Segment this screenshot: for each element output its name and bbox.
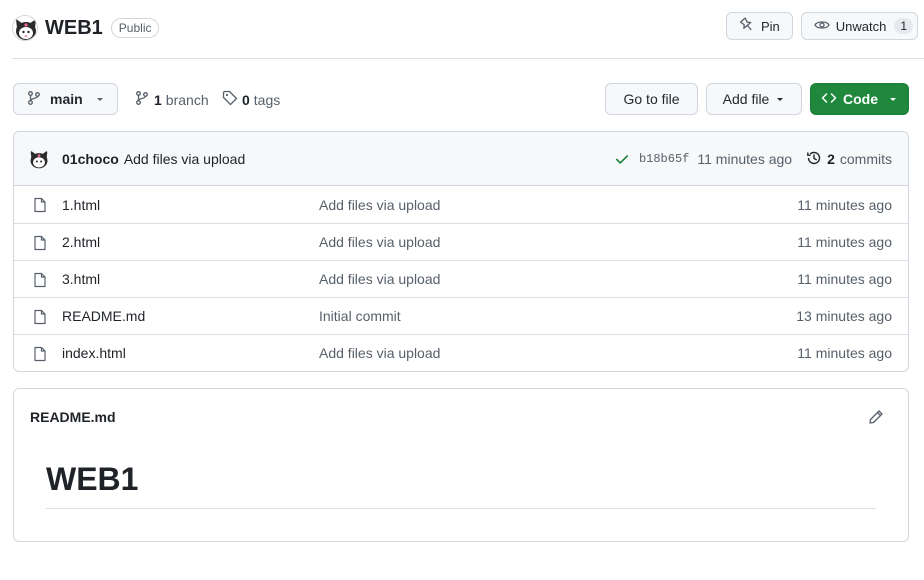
file-commit-message[interactable]: Add files via upload: [319, 234, 440, 250]
readme-heading: WEB1: [46, 461, 139, 497]
repo-header: WEB1 Public: [12, 14, 160, 42]
chevron-down-icon: [775, 91, 785, 107]
file-name[interactable]: index.html: [62, 345, 126, 361]
file-row[interactable]: 2.html Add files via upload 11 minutes a…: [14, 223, 908, 260]
file-row[interactable]: README.md Initial commit 13 minutes ago: [14, 297, 908, 334]
check-icon[interactable]: [615, 152, 629, 166]
file-row[interactable]: index.html Add files via upload 11 minut…: [14, 334, 908, 371]
file-row[interactable]: 3.html Add files via upload 11 minutes a…: [14, 260, 908, 297]
file-commit-message[interactable]: Add files via upload: [319, 271, 440, 287]
file-icon: [32, 197, 48, 216]
file-icon: [32, 272, 48, 291]
readme-filename[interactable]: README.md: [30, 409, 116, 425]
header-actions: Pin Unwatch 1: [725, 12, 918, 40]
file-age: 11 minutes ago: [797, 196, 892, 213]
repo-page: WEB1 Public Pin Unwatch 1 main 1 branch …: [0, 0, 924, 580]
watch-count: 1: [894, 18, 913, 34]
pin-icon: [739, 16, 755, 36]
add-file-button[interactable]: Add file: [706, 83, 802, 115]
file-row[interactable]: 1.html Add files via upload 11 minutes a…: [14, 186, 908, 223]
readme-panel: README.md WEB1: [13, 388, 909, 542]
commit-time: 11 minutes ago: [697, 151, 793, 167]
commits-label: commits: [839, 151, 892, 167]
file-icon: [32, 235, 48, 254]
unwatch-label: Unwatch: [835, 18, 887, 34]
eye-icon: [814, 17, 830, 36]
branch-count-label: branch: [165, 91, 209, 108]
chevron-down-icon: [888, 91, 898, 107]
file-name[interactable]: 1.html: [62, 197, 100, 213]
latest-commit-row: 01choco Add files via upload b18b65f 11 …: [14, 132, 908, 186]
tag-count-label: tags: [253, 91, 281, 108]
chevron-down-icon: [95, 91, 105, 107]
file-list: 1.html Add files via upload 11 minutes a…: [14, 186, 908, 371]
commit-sha[interactable]: b18b65f: [639, 152, 689, 166]
current-branch-label: main: [50, 91, 83, 107]
add-file-label: Add file: [722, 91, 770, 107]
commit-author[interactable]: 01choco: [62, 151, 119, 167]
file-name[interactable]: 2.html: [62, 234, 100, 250]
commit-meta: b18b65f 11 minutes ago 2 commits: [615, 132, 892, 186]
tag-icon: [222, 90, 238, 109]
code-button[interactable]: Code: [810, 83, 909, 115]
repo-name[interactable]: WEB1: [45, 17, 103, 40]
kuromi-avatar-icon[interactable]: [12, 15, 38, 41]
author-avatar[interactable]: [28, 147, 50, 170]
git-branch-icon: [26, 90, 42, 109]
file-name[interactable]: 3.html: [62, 271, 100, 287]
code-brackets-icon: [821, 90, 837, 109]
branch-selector[interactable]: main: [13, 83, 118, 115]
go-to-file-button[interactable]: Go to file: [605, 83, 698, 115]
file-age: 11 minutes ago: [797, 271, 892, 287]
code-label: Code: [843, 91, 878, 107]
visibility-badge: Public: [110, 18, 160, 38]
file-age: 11 minutes ago: [797, 345, 892, 361]
unwatch-button[interactable]: Unwatch 1: [800, 12, 918, 40]
file-icon: [32, 309, 48, 328]
file-commit-message[interactable]: Initial commit: [319, 308, 401, 324]
file-icon: [32, 346, 48, 365]
commits-link[interactable]: 2 commits: [806, 150, 892, 169]
git-branch-icon: [134, 90, 150, 109]
commit-count: 2: [827, 151, 835, 167]
file-age: 13 minutes ago: [796, 308, 892, 324]
commit-message[interactable]: Add files via upload: [124, 151, 245, 167]
branches-link[interactable]: 1 branch: [134, 90, 209, 109]
pencil-icon[interactable]: [868, 409, 884, 428]
pin-button[interactable]: Pin: [725, 12, 793, 40]
file-commit-message[interactable]: Add files via upload: [319, 345, 440, 361]
branch-count: 1: [154, 91, 162, 108]
file-name[interactable]: README.md: [62, 308, 145, 324]
header-divider: [12, 58, 924, 59]
go-to-file-label: Go to file: [623, 91, 680, 107]
file-commit-message[interactable]: Add files via upload: [319, 197, 440, 213]
tags-link[interactable]: 0 tags: [222, 90, 280, 109]
tag-count: 0: [242, 91, 250, 108]
history-icon: [806, 150, 822, 169]
readme-heading-rule: [46, 508, 876, 509]
pin-label: Pin: [760, 18, 780, 34]
file-table: 01choco Add files via upload b18b65f 11 …: [13, 131, 909, 372]
file-age: 11 minutes ago: [797, 234, 892, 250]
